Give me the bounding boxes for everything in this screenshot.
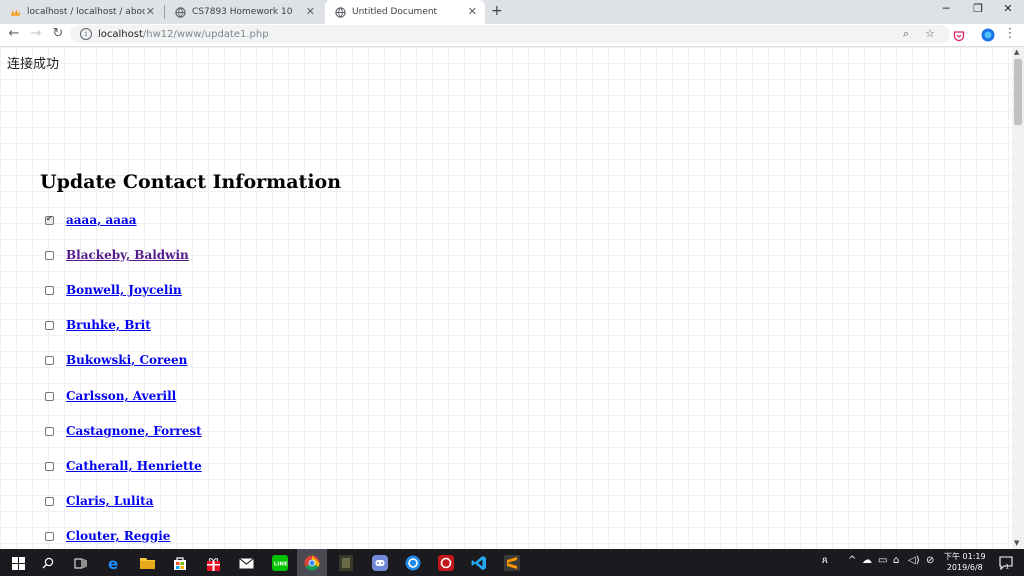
contact-row: Bukowski, Coreen [45, 350, 187, 370]
contact-row: Carlsson, Averill [45, 386, 176, 406]
contact-row: Bonwell, Joycelin [45, 280, 182, 300]
store-icon[interactable] [170, 553, 190, 573]
scroll-up-icon[interactable]: ▲ [1014, 48, 1019, 56]
tab-homework[interactable]: CS7893 Homework 10 ✕ [165, 0, 323, 24]
blocked-icon[interactable]: ⊘ [926, 555, 934, 566]
discord-icon[interactable] [370, 553, 390, 573]
edge-icon[interactable]: e [104, 553, 124, 573]
contact-checkbox[interactable] [45, 426, 54, 436]
clock[interactable]: 下午 01:19 2019/6/8 [944, 551, 986, 573]
vscode-icon[interactable] [469, 553, 489, 573]
contact-checkbox[interactable] [45, 355, 54, 365]
taskbar: e LINE ጸ ^ ☁ ▭ ⌂ ◁) ⊘ 下午 01:19 2019/6/8 [0, 549, 1024, 576]
contact-link[interactable]: Catherall, Henriette [66, 459, 202, 473]
contact-link[interactable]: Bonwell, Joycelin [66, 283, 182, 297]
browser-toolbar: ← → ↻ i localhost/hw12/www/update1.php ⌕… [0, 24, 1024, 47]
scroll-down-icon[interactable]: ▼ [1014, 539, 1019, 547]
gift-app-icon[interactable] [203, 553, 223, 573]
forward-button[interactable]: → [28, 26, 44, 41]
new-tab-button[interactable]: + [491, 3, 503, 19]
contact-row: Catherall, Henriette [45, 456, 202, 476]
scroll-thumb[interactable] [1014, 59, 1022, 125]
url-text[interactable]: localhost/hw12/www/update1.php [98, 29, 269, 40]
bookmark-star-icon[interactable]: ☆ [925, 25, 935, 43]
close-window-button[interactable]: ✕ [998, 2, 1018, 15]
contact-checkbox[interactable] [45, 285, 54, 295]
file-explorer-icon[interactable] [137, 553, 157, 573]
contact-checkbox[interactable] [45, 496, 54, 506]
cloud-icon[interactable]: ☁ [862, 555, 872, 566]
notification-center-icon[interactable]: 1 [996, 553, 1016, 573]
tab-title: localhost / localhost / abook / [27, 7, 145, 17]
garena-icon[interactable] [436, 553, 456, 573]
network-icon[interactable]: ⌂ [893, 555, 899, 566]
svg-text:LINE: LINE [274, 562, 288, 568]
contact-row: Castagnone, Forrest [45, 421, 202, 441]
people-icon[interactable]: ጸ [822, 555, 828, 566]
contact-checkbox[interactable] [45, 250, 54, 260]
vertical-scrollbar[interactable]: ▲ ▼ [1012, 47, 1024, 549]
mail-icon[interactable] [236, 553, 256, 573]
back-button[interactable]: ← [6, 26, 22, 41]
svg-text:e: e [108, 556, 118, 571]
game-app-icon[interactable] [336, 553, 356, 573]
tab-close-icon[interactable]: ✕ [306, 5, 315, 19]
contact-row: Bruhke, Brit [45, 315, 151, 335]
url-host: localhost [98, 28, 143, 40]
zoom-icon[interactable]: ⌕ [903, 25, 909, 43]
contact-link[interactable]: Blackeby, Baldwin [66, 248, 189, 262]
contact-checkbox[interactable] [45, 214, 54, 225]
contact-link[interactable]: Bukowski, Coreen [66, 353, 187, 367]
pocket-extension-icon[interactable] [953, 27, 965, 46]
site-info-icon[interactable]: i [80, 28, 92, 40]
contact-link[interactable]: Carlsson, Averill [66, 389, 176, 403]
globe-icon [335, 6, 346, 18]
tab-untitled-document[interactable]: Untitled Document ✕ [325, 0, 485, 24]
sublime-text-icon[interactable] [502, 553, 522, 573]
battery-icon[interactable]: ▭ [878, 555, 887, 566]
contact-checkbox[interactable] [45, 320, 54, 330]
vpn-app-icon[interactable] [403, 553, 423, 573]
contact-link[interactable]: aaaa, aaaa [66, 213, 137, 227]
contact-link[interactable]: Claris, Lulita [66, 494, 153, 508]
connection-status: 连接成功 [7, 57, 60, 72]
contact-row: Blackeby, Baldwin [45, 245, 189, 265]
address-bar[interactable]: i localhost/hw12/www/update1.php ⌕ ☆ [70, 25, 950, 43]
browser-menu-icon[interactable]: ⋮ [1002, 26, 1018, 41]
task-view-icon[interactable] [70, 553, 90, 573]
contact-checkbox[interactable] [45, 531, 54, 541]
line-app-icon[interactable]: LINE [270, 553, 290, 573]
globe-icon [175, 6, 186, 18]
tab-close-icon[interactable]: ✕ [468, 5, 477, 19]
restore-button[interactable]: ❐ [968, 2, 988, 15]
tab-title: CS7893 Homework 10 [192, 7, 293, 17]
profile-avatar[interactable] [981, 27, 995, 46]
search-icon[interactable] [38, 553, 58, 573]
reload-button[interactable]: ↻ [50, 26, 66, 41]
tab-phpmyadmin[interactable]: localhost / localhost / abook / ✕ [0, 0, 163, 24]
contact-row: Clouter, Reggie [45, 526, 170, 546]
chevron-up-icon[interactable]: ^ [848, 555, 856, 566]
chrome-taskbar-icon[interactable] [297, 549, 327, 576]
clock-date: 2019/6/8 [946, 563, 983, 572]
tab-strip: localhost / localhost / abook / ✕ CS7893… [0, 0, 1024, 24]
contact-row: aaaa, aaaa [45, 210, 137, 230]
tab-close-icon[interactable]: ✕ [146, 5, 155, 19]
contact-checkbox[interactable] [45, 461, 54, 471]
contact-checkbox[interactable] [45, 391, 54, 401]
notification-count: 1 [1005, 564, 1009, 571]
url-path: /hw12/www/update1.php [142, 28, 269, 40]
contact-row: Claris, Lulita [45, 491, 153, 511]
contact-link[interactable]: Bruhke, Brit [66, 318, 151, 332]
phpmyadmin-icon [10, 7, 21, 18]
windows-start-icon[interactable] [8, 553, 28, 573]
contact-link[interactable]: Castagnone, Forrest [66, 424, 202, 438]
volume-icon[interactable]: ◁) [908, 555, 920, 566]
clock-time: 下午 01:19 [944, 552, 986, 561]
tab-title: Untitled Document [352, 7, 438, 17]
contact-link[interactable]: Clouter, Reggie [66, 529, 170, 543]
minimize-button[interactable]: ─ [936, 2, 956, 15]
page-viewport: 连接成功 Update Contact Information aaaa, aa… [0, 47, 1012, 549]
page-title: Update Contact Information [40, 171, 342, 193]
